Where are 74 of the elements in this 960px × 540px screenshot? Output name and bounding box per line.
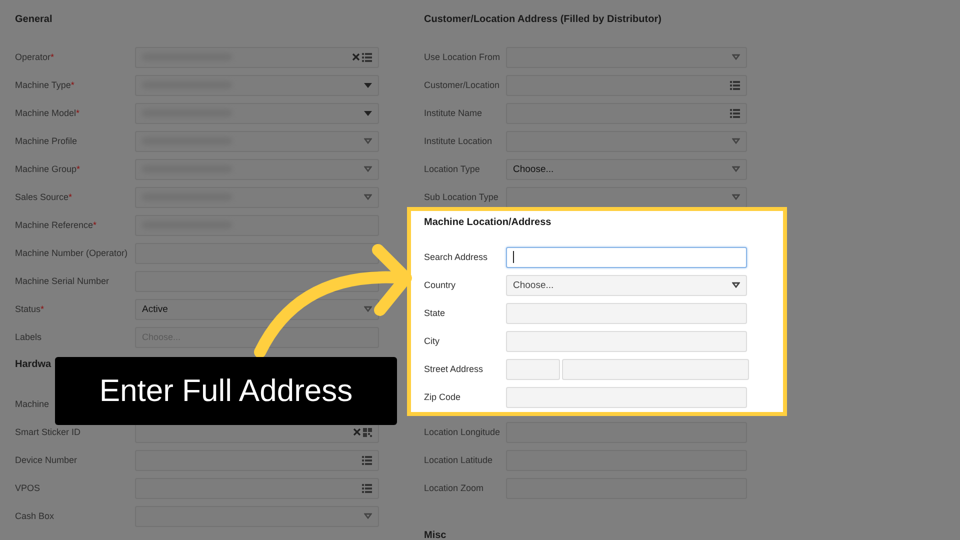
caret-down-icon[interactable] bbox=[364, 82, 372, 88]
dropdown-field[interactable] bbox=[135, 130, 379, 152]
field-label: Search Address bbox=[424, 252, 489, 262]
dropdown-field[interactable]: Choose... bbox=[506, 158, 747, 180]
required-mark: * bbox=[76, 164, 80, 174]
required-mark: * bbox=[68, 192, 72, 202]
field-label: Country bbox=[424, 280, 457, 290]
field-label: Location Zoom bbox=[424, 483, 485, 493]
dropdown-field[interactable] bbox=[506, 46, 747, 68]
lookup-field[interactable] bbox=[506, 102, 747, 124]
list-icon[interactable] bbox=[362, 456, 372, 464]
field-label: Institute Name bbox=[424, 108, 484, 118]
caret-down-icon[interactable] bbox=[732, 282, 740, 288]
field-label: Machine Type* bbox=[15, 80, 76, 90]
field-label: Machine bbox=[15, 399, 50, 409]
field-label: Cash Box bbox=[15, 511, 56, 521]
field-label: Machine Model* bbox=[15, 108, 81, 118]
list-icon[interactable] bbox=[730, 80, 740, 90]
grid-icon[interactable] bbox=[363, 428, 372, 436]
field-label: VPOS bbox=[15, 483, 42, 493]
field-label: Machine Serial Number bbox=[15, 276, 110, 286]
field-label: Machine Profile bbox=[15, 136, 78, 146]
field-label: Institute Location bbox=[424, 136, 494, 146]
input-field[interactable] bbox=[135, 242, 379, 264]
field-label: Location Latitude bbox=[424, 455, 494, 465]
field-label: State bbox=[424, 308, 446, 318]
field-label: Use Location From bbox=[424, 52, 502, 62]
field-label: Device Number bbox=[15, 455, 78, 465]
section-heading: Hardwa bbox=[15, 358, 52, 372]
field-label: Labels bbox=[15, 332, 43, 342]
field-label: Machine Number (Operator) bbox=[15, 248, 129, 258]
field-label: Sales Source* bbox=[15, 192, 74, 202]
list-icon[interactable] bbox=[362, 484, 372, 492]
dropdown-field[interactable] bbox=[135, 506, 379, 526]
lookup-field[interactable] bbox=[506, 74, 747, 96]
field-label: Location Longitude bbox=[424, 427, 502, 437]
section-heading: Customer/Location Address (Filled by Distributor) bbox=[424, 13, 662, 27]
section-heading: General bbox=[15, 13, 54, 27]
lookup-field[interactable] bbox=[135, 478, 379, 498]
dropdown-field[interactable] bbox=[135, 74, 379, 96]
dropdown-field[interactable] bbox=[506, 130, 747, 152]
dropdown-field[interactable] bbox=[135, 186, 379, 208]
list-icon[interactable] bbox=[730, 108, 740, 118]
required-mark: * bbox=[70, 80, 74, 90]
input-field[interactable] bbox=[506, 246, 747, 268]
field-label: Sub Location Type bbox=[424, 192, 500, 202]
field-label: City bbox=[424, 336, 440, 346]
required-mark: * bbox=[40, 304, 44, 314]
field-label: Zip Code bbox=[424, 392, 462, 402]
section-heading: Machine Location/Address bbox=[424, 216, 552, 230]
required-mark: * bbox=[76, 108, 80, 118]
field-label: Status* bbox=[15, 304, 46, 314]
field-label: Operator* bbox=[15, 52, 56, 62]
required-mark: * bbox=[93, 220, 97, 230]
field-label: Machine Group* bbox=[15, 164, 82, 174]
clear-icon[interactable] bbox=[352, 53, 360, 61]
dropdown-field[interactable] bbox=[135, 102, 379, 124]
caret-down-icon[interactable] bbox=[364, 110, 372, 116]
field-label: Machine Reference* bbox=[15, 220, 98, 230]
section-heading: Misc bbox=[424, 529, 448, 540]
callout-banner: Enter Full Address bbox=[55, 357, 397, 425]
field-label: Customer/Location bbox=[424, 80, 501, 90]
field-label: Location Type bbox=[424, 164, 481, 174]
dropdown-field[interactable]: Choose... bbox=[506, 274, 747, 296]
lookup-field[interactable] bbox=[135, 450, 379, 470]
list-icon[interactable] bbox=[362, 52, 372, 62]
dropdown-field[interactable] bbox=[506, 186, 747, 208]
clear-icon[interactable] bbox=[353, 428, 361, 436]
required-mark: * bbox=[50, 52, 54, 62]
dropdown-field[interactable]: Active bbox=[135, 298, 379, 320]
lookup-field[interactable] bbox=[135, 46, 379, 68]
dropdown-field[interactable] bbox=[135, 158, 379, 180]
field-label: Street Address bbox=[424, 364, 484, 374]
field-label: Smart Sticker ID bbox=[15, 427, 82, 437]
